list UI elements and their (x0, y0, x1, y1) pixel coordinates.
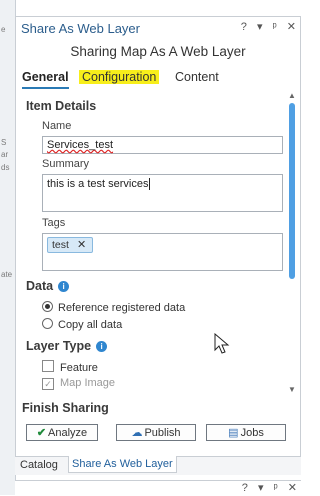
background-label: ate (1, 270, 13, 279)
jobs-button[interactable]: ▤ Jobs (206, 424, 286, 441)
pin-icon[interactable]: ᵖ (274, 482, 278, 494)
checkmark-icon: ✔ (36, 427, 47, 439)
data-heading-label: Data (26, 279, 54, 293)
scrollbar-thumb[interactable] (289, 103, 295, 279)
radio-label: Copy all data (58, 319, 123, 331)
tag-chip: test ✕ (47, 237, 94, 253)
background-label: S (1, 138, 7, 147)
mouse-cursor-icon (214, 333, 230, 354)
help-icon[interactable]: ? (241, 21, 247, 33)
vertical-scrollbar[interactable]: ▲ ▼ (287, 91, 297, 397)
jobs-label: Jobs (240, 427, 264, 439)
background-panel-strip: e S ar ds ate (0, 0, 16, 495)
scroll-down-icon[interactable]: ▼ (288, 385, 296, 394)
data-heading: Data i (26, 279, 70, 293)
layer-type-heading-label: Layer Type (26, 339, 92, 353)
finish-sharing-heading: Finish Sharing (22, 401, 109, 415)
pane-title: Share As Web Layer (21, 21, 140, 36)
tab-content[interactable]: Content (175, 70, 219, 84)
close-icon[interactable]: ✕ (287, 21, 296, 33)
tab-label: General (22, 70, 69, 84)
remove-tag-icon[interactable]: ✕ (77, 239, 86, 251)
publish-label: Publish (144, 427, 181, 439)
name-field[interactable]: Services_test (42, 136, 283, 154)
text-caret: ​ (149, 178, 151, 190)
summary-value: this is a test services (47, 178, 149, 190)
radio-unselected-icon (42, 318, 53, 329)
jobs-icon: ▤ (228, 427, 239, 439)
secondary-pane-header: ? ▾ ᵖ ✕ (15, 480, 301, 496)
help-icon[interactable]: ? (242, 482, 248, 494)
publish-button[interactable]: ☁ Publish (116, 424, 196, 441)
pane-titlebar: Share As Web Layer ? ▾ ᵖ ✕ (16, 17, 300, 39)
checkbox-label: Feature (60, 362, 98, 374)
background-label: ar (1, 150, 9, 159)
checkbox-unchecked-icon (42, 360, 54, 372)
pane-controls: ? ▾ ᵖ ✕ (234, 20, 296, 33)
copy-all-data-radio[interactable]: Copy all data (42, 318, 122, 331)
analyze-button[interactable]: ✔ Analyze (26, 424, 98, 441)
active-tab-indicator (22, 87, 69, 89)
cloud-icon: ☁ (131, 427, 143, 439)
feature-checkbox[interactable]: Feature (42, 360, 98, 374)
reference-registered-data-radio[interactable]: Reference registered data (42, 301, 185, 314)
dock-tab-bar: Catalog Share As Web Layer (15, 456, 301, 475)
summary-field[interactable]: this is a test services​ (42, 174, 283, 212)
chevron-down-icon[interactable]: ▾ (257, 21, 263, 33)
background-label: ds (1, 163, 10, 172)
background-label: e (1, 25, 6, 34)
pane-controls: ? ▾ ᵖ ✕ (235, 481, 297, 494)
tab-share-as-web-layer[interactable]: Share As Web Layer (68, 456, 177, 473)
tag-chip-label: test (52, 239, 69, 251)
page-title: Sharing Map As A Web Layer (70, 44, 246, 59)
analyze-label: Analyze (48, 427, 88, 439)
radio-selected-icon (42, 301, 53, 312)
name-label: Name (42, 120, 72, 132)
close-icon[interactable]: ✕ (288, 482, 297, 494)
tags-field[interactable]: test ✕ (42, 233, 283, 271)
info-icon[interactable]: i (96, 341, 108, 352)
checkbox-checked-icon: ✓ (42, 378, 54, 390)
map-image-checkbox[interactable]: ✓ Map Image (42, 377, 115, 390)
checkbox-label: Map Image (60, 377, 116, 389)
tags-label: Tags (42, 217, 66, 229)
pin-icon[interactable]: ᵖ (273, 21, 277, 33)
summary-label: Summary (42, 158, 90, 170)
layer-type-heading: Layer Type i (26, 339, 108, 353)
item-details-heading: Item Details (26, 99, 97, 113)
tab-general[interactable]: General (22, 70, 69, 89)
tab-catalog[interactable]: Catalog (17, 459, 61, 471)
tab-configuration[interactable]: Configuration (79, 70, 160, 84)
name-value: Services_test (47, 139, 114, 151)
radio-label: Reference registered data (58, 302, 186, 314)
scroll-up-icon[interactable]: ▲ (288, 91, 296, 100)
share-as-web-layer-pane: Share As Web Layer ? ▾ ᵖ ✕ Sharing Map A… (15, 16, 301, 474)
chevron-down-icon[interactable]: ▾ (258, 482, 264, 494)
info-icon[interactable]: i (58, 281, 70, 292)
